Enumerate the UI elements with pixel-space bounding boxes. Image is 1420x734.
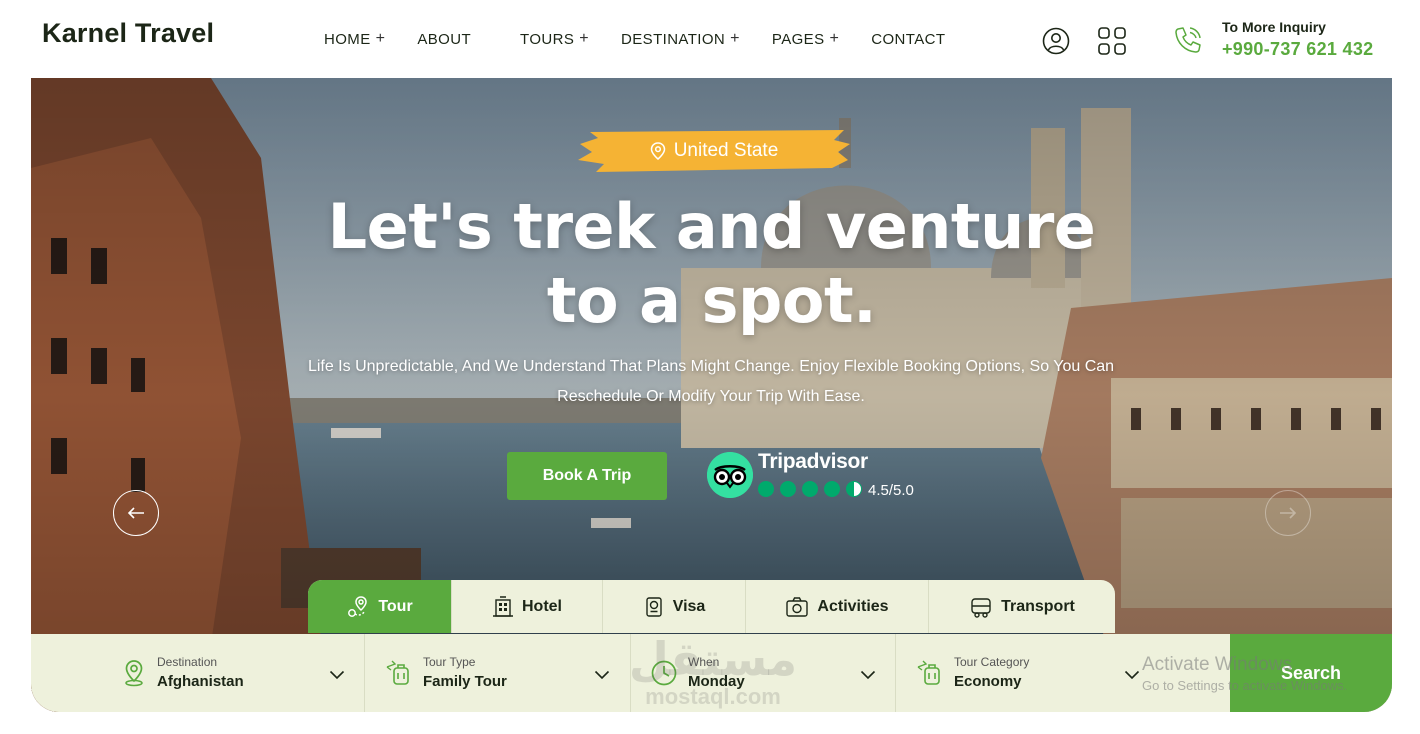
watermark: مستقل mostaql.com (628, 632, 798, 709)
passport-icon (645, 596, 662, 617)
bus-icon (971, 597, 991, 618)
tab-transport[interactable]: Transport (929, 580, 1115, 633)
arrow-left-icon (127, 507, 144, 519)
location-icon (125, 660, 143, 687)
camera-icon (786, 596, 809, 617)
inquiry-label: To More Inquiry (1222, 19, 1326, 35)
map-pin-icon (650, 142, 665, 160)
main-nav: HOME + ABOUT TOURS + DESTINATION + PAGES + C… (324, 30, 982, 48)
book-trip-button[interactable]: Book A Trip (507, 452, 667, 500)
nav-pages[interactable]: PAGES + (772, 30, 839, 48)
nav-tours[interactable]: TOURS + (520, 30, 589, 48)
grid-icon[interactable] (1097, 26, 1127, 56)
inquiry-phone[interactable]: +990-737 621 432 (1222, 39, 1373, 60)
destination-select[interactable]: Destination Afghanistan (31, 634, 365, 712)
location-badge-text: United State (673, 140, 779, 161)
chevron-down-icon (1124, 670, 1140, 680)
tripadvisor-rating: 4.5/5.0 (868, 482, 914, 499)
chevron-down-icon (594, 670, 610, 680)
hero-subtext: Life Is Unpredictable, And We Understand… (307, 358, 1115, 405)
hotel-icon (493, 595, 513, 617)
plus-icon: + (579, 30, 590, 47)
rating-dot (758, 481, 774, 497)
tripadvisor-name: Tripadvisor (758, 450, 868, 473)
map-pin-icon (348, 595, 368, 617)
plus-icon: + (829, 30, 840, 47)
nav-contact[interactable]: CONTACT (871, 30, 950, 48)
chevron-down-icon (329, 670, 345, 680)
tour-type-select[interactable]: Tour Type Family Tour (365, 634, 631, 712)
rating-dot-half (846, 481, 862, 497)
user-icon[interactable] (1041, 26, 1071, 56)
tab-visa[interactable]: Visa (603, 580, 746, 633)
plus-icon: + (730, 30, 740, 47)
tab-hotel[interactable]: Hotel (452, 580, 603, 633)
luggage-plane-icon (917, 660, 940, 685)
rating-dot (802, 481, 818, 497)
slider-prev-button[interactable] (113, 490, 159, 536)
hero-headline: Let's trek and venture to a spot. (327, 190, 1096, 337)
site-logo[interactable]: Karnel Travel (42, 18, 214, 49)
booking-tabs: Tour Hotel Visa Activities Transport (308, 580, 1115, 633)
nav-home[interactable]: HOME + (324, 30, 385, 48)
phone-icon (1175, 27, 1201, 53)
tripadvisor-rating-dots (758, 481, 868, 497)
activate-windows-overlay: Activate Windows Go to Settings to activ… (1142, 654, 1348, 693)
nav-destination[interactable]: DESTINATION + (621, 30, 740, 48)
chevron-down-icon (860, 670, 876, 680)
tripadvisor-owl-icon[interactable] (707, 452, 753, 498)
tab-tour[interactable]: Tour (308, 580, 452, 633)
nav-about[interactable]: ABOUT (417, 30, 476, 48)
arrow-right-icon (1280, 507, 1297, 519)
rating-dot (780, 481, 796, 497)
slider-next-button[interactable] (1265, 490, 1311, 536)
hero-slider: United State Let's trek and venture to a… (31, 78, 1392, 712)
site-header: Karnel Travel HOME + ABOUT TOURS + DESTINA… (0, 0, 1420, 78)
location-badge: United State (576, 128, 852, 174)
rating-dot (824, 481, 840, 497)
tab-activities[interactable]: Activities (746, 580, 929, 633)
plus-icon: + (375, 30, 386, 47)
luggage-plane-icon (386, 660, 409, 685)
